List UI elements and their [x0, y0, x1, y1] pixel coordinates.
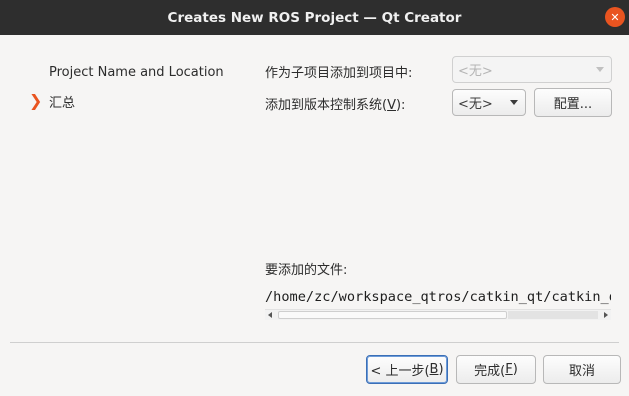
finish-label-suffix: ): [512, 362, 518, 377]
horizontal-scrollbar[interactable]: [265, 309, 611, 320]
footer-divider: [10, 342, 619, 343]
scrollbar-thumb[interactable]: [278, 311, 507, 319]
chevron-down-icon: [510, 100, 518, 105]
close-button[interactable]: ✕: [605, 7, 625, 27]
back-label-mnemonic: B: [429, 362, 439, 377]
cancel-button[interactable]: 取消: [543, 355, 621, 384]
files-to-add-label: 要添加的文件:: [265, 263, 348, 278]
window-title: Creates New ROS Project — Qt Creator: [167, 9, 462, 26]
back-button[interactable]: < 上一步(B): [366, 355, 448, 384]
chevron-down-icon: [596, 67, 604, 72]
subproject-value: <无>: [458, 64, 493, 79]
vcs-label: 添加到版本控制系统(V):: [265, 94, 405, 113]
vcs-label-prefix: 添加到版本控制系统(: [265, 98, 388, 113]
finish-label-mnemonic: F: [505, 362, 513, 377]
vcs-combobox[interactable]: <无>: [452, 89, 526, 116]
vcs-label-suffix: ):: [395, 98, 406, 113]
scroll-left-icon[interactable]: [268, 312, 272, 318]
scrollbar-track[interactable]: [508, 311, 598, 319]
close-icon: ✕: [610, 10, 620, 24]
finish-button[interactable]: 完成(F): [456, 355, 536, 384]
wizard-steps-sidebar: Project Name and Location ❯ 汇总: [0, 35, 245, 335]
subproject-combobox: <无>: [452, 56, 612, 83]
back-label-prefix: < 上一步(: [370, 364, 430, 379]
step-summary: 汇总: [49, 96, 76, 111]
vcs-label-mnemonic: V: [387, 98, 396, 113]
window-titlebar: Creates New ROS Project — Qt Creator ✕: [0, 0, 629, 35]
scroll-right-icon[interactable]: [604, 312, 608, 318]
back-label-suffix: ): [438, 362, 444, 377]
current-step-arrow-icon: ❯: [29, 91, 43, 110]
file-path-text: /home/zc/workspace_qtros/catkin_qt/catki…: [265, 289, 611, 305]
configure-button[interactable]: 配置...: [534, 88, 612, 117]
step-project-name-location: Project Name and Location: [49, 65, 224, 80]
finish-label-prefix: 完成(: [474, 364, 506, 379]
subproject-label: 作为子项目添加到项目中:: [265, 66, 413, 81]
vcs-value: <无>: [458, 97, 493, 112]
